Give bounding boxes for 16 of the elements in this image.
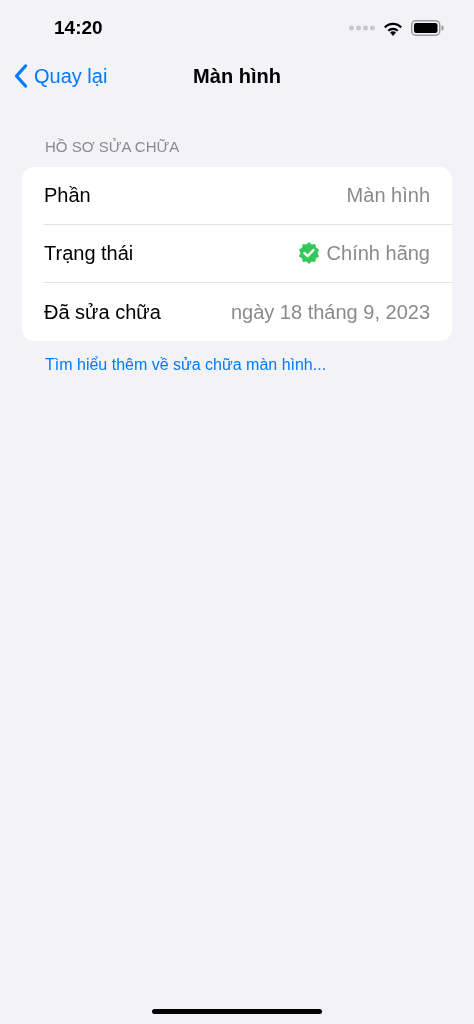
- row-label: Trạng thái: [44, 241, 134, 266]
- row-value: ngày 18 tháng 9, 2023: [230, 299, 430, 325]
- row-value: Màn hình: [346, 183, 430, 208]
- row-value: Chính hãng: [326, 241, 430, 266]
- back-button[interactable]: Quay lại: [0, 61, 108, 91]
- signal-icon: [349, 25, 375, 31]
- row-label: Đã sửa chữa: [44, 299, 161, 325]
- chevron-left-icon: [14, 64, 28, 88]
- status-time: 14:20: [54, 15, 103, 40]
- section-header: HỒ SƠ SỬA CHỮA: [44, 137, 181, 157]
- learn-more-link[interactable]: Tìm hiểu thêm về sửa chữa màn hình...: [22, 352, 452, 377]
- row-label: Phần: [44, 183, 91, 208]
- battery-icon: [411, 20, 444, 36]
- page-title: Màn hình: [193, 64, 281, 89]
- verified-badge-icon: [296, 241, 321, 265]
- wifi-icon: [383, 20, 403, 36]
